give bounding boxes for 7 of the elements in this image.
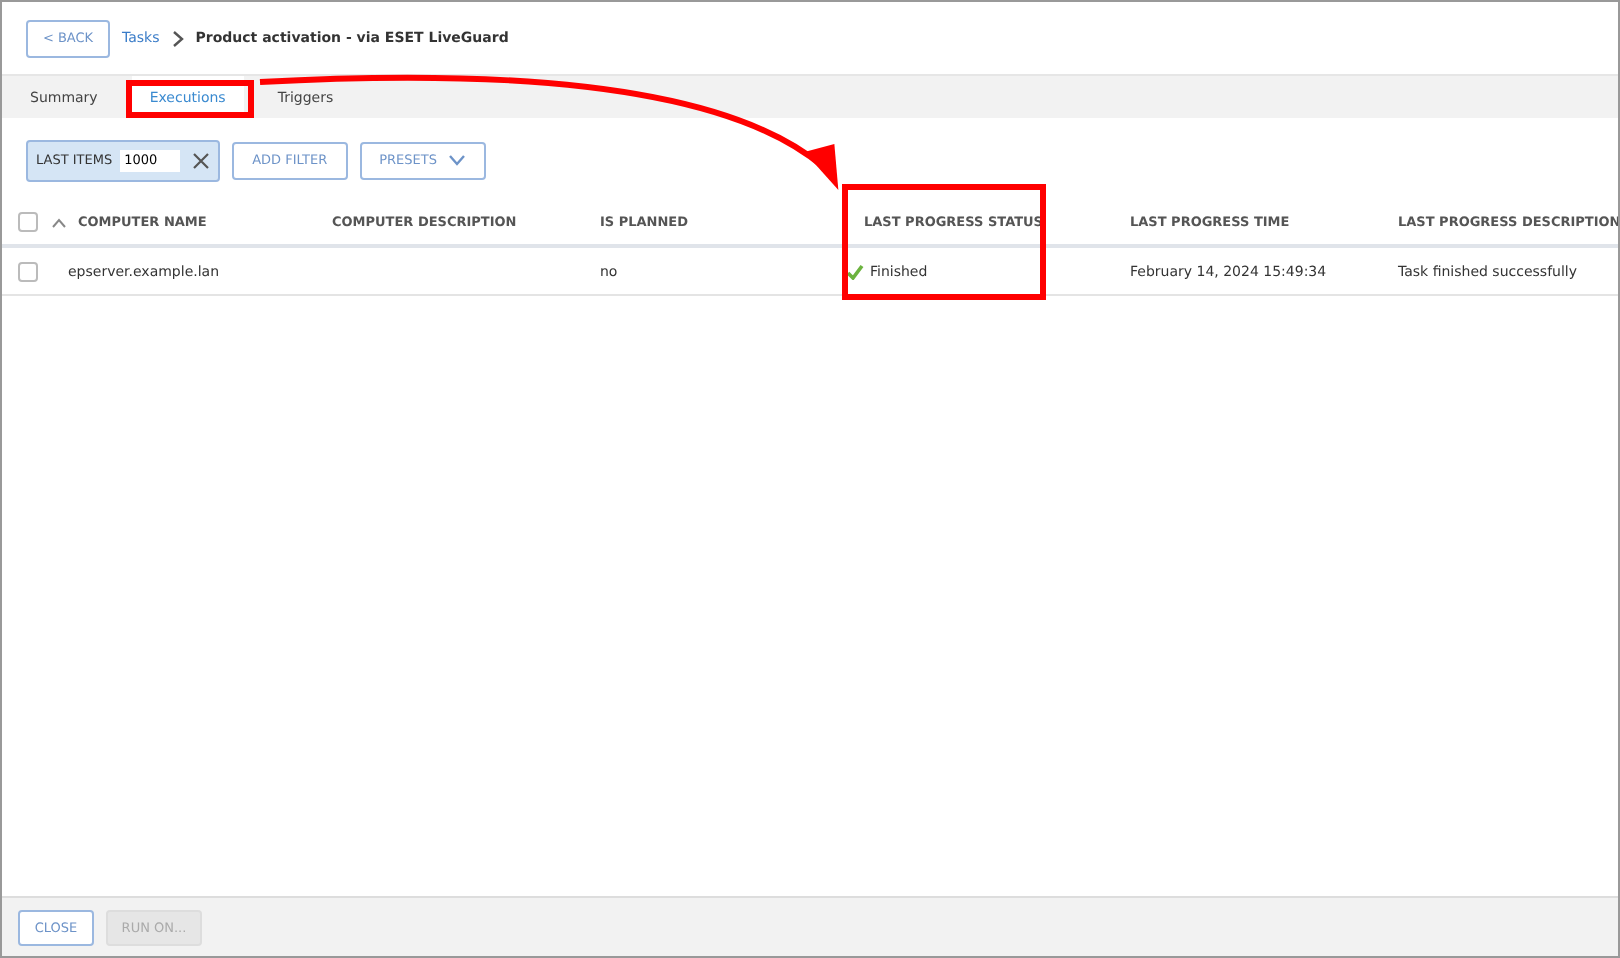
sort-ascending-icon xyxy=(52,217,66,227)
chevron-right-icon xyxy=(171,29,184,47)
checkbox[interactable] xyxy=(18,212,38,232)
caret-down-icon xyxy=(448,154,467,166)
checkbox[interactable] xyxy=(18,261,38,281)
checkmark-icon xyxy=(846,263,864,279)
close-icon xyxy=(192,151,211,169)
